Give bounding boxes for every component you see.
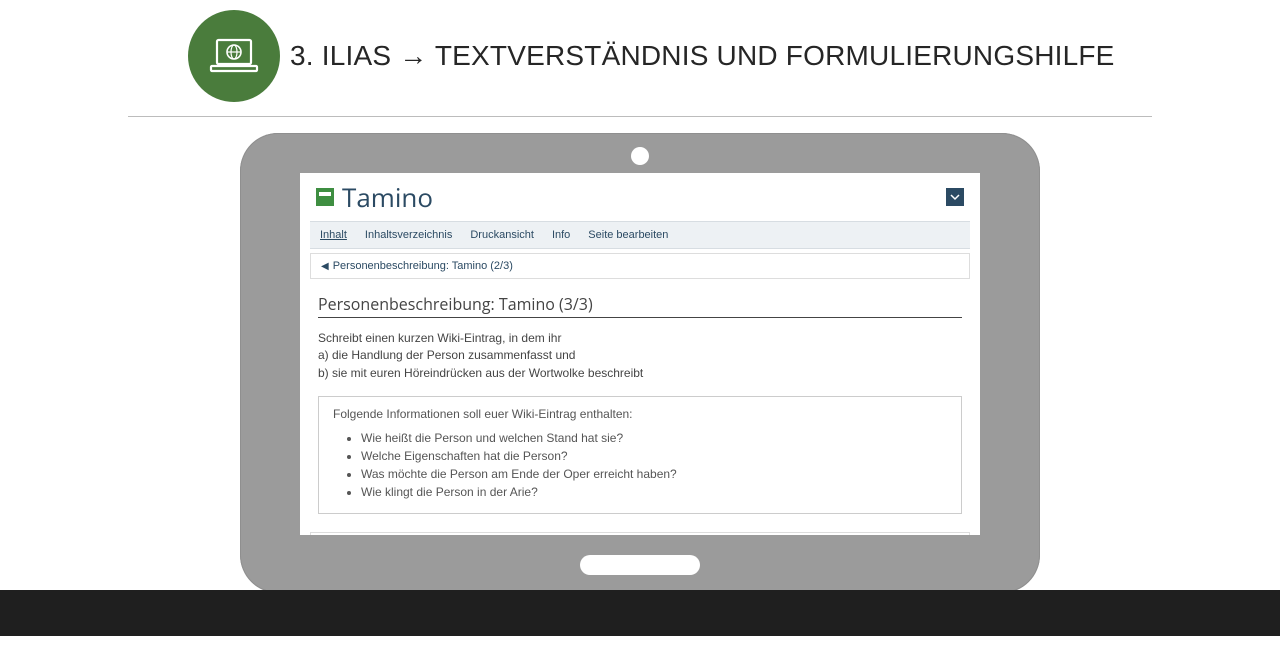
arrow-right-icon: → bbox=[399, 40, 427, 71]
tab-inhalt[interactable]: Inhalt bbox=[320, 223, 347, 247]
header-divider bbox=[128, 116, 1152, 117]
slide-header: 3. ILIAS → TEXTVERSTÄNDNIS UND FORMULIER… bbox=[0, 10, 1280, 102]
tablet-mock-wrapper: Tamino Inhalt Inhaltsverzeichnis Druckan… bbox=[0, 133, 1280, 593]
breadcrumb-top[interactable]: ◀ Personenbeschreibung: Tamino (2/3) bbox=[310, 253, 970, 279]
laptop-globe-icon bbox=[209, 36, 259, 76]
intro-line-2: a) die Handlung der Person zusammenfasst… bbox=[318, 347, 962, 364]
tab-druckansicht[interactable]: Druckansicht bbox=[470, 223, 534, 247]
info-box: Folgende Informationen soll euer Wiki-Ei… bbox=[318, 396, 962, 514]
tabbar: Inhalt Inhaltsverzeichnis Druckansicht I… bbox=[310, 221, 970, 249]
info-box-title: Folgende Informationen soll euer Wiki-Ei… bbox=[333, 407, 947, 421]
tablet-camera-icon bbox=[631, 147, 649, 165]
app-title: Tamino bbox=[342, 179, 433, 215]
info-list: Wie heißt die Person und welchen Stand h… bbox=[333, 429, 947, 501]
tab-info[interactable]: Info bbox=[552, 223, 570, 247]
breadcrumb-prev-label: Personenbeschreibung: Tamino (2/3) bbox=[333, 260, 513, 272]
list-item: Was möchte die Person am Ende der Oper e… bbox=[361, 465, 947, 483]
content-heading: Personenbeschreibung: Tamino (3/3) bbox=[318, 293, 962, 318]
intro-line-1: Schreibt einen kurzen Wiki-Eintrag, in d… bbox=[318, 330, 962, 347]
footer-band bbox=[0, 590, 1280, 636]
tablet-home-button bbox=[580, 555, 700, 575]
list-item: Wie klingt die Person in der Arie? bbox=[361, 483, 947, 501]
breadcrumb-bottom[interactable]: ◀ Personenbeschreibung: Tamino (2/3) bbox=[310, 532, 970, 535]
content-area: Personenbeschreibung: Tamino (3/3) Schre… bbox=[310, 287, 970, 528]
list-item: Wie heißt die Person und welchen Stand h… bbox=[361, 429, 947, 447]
app-title-left: Tamino bbox=[316, 179, 433, 215]
actions-dropdown[interactable] bbox=[946, 188, 964, 206]
slide-title-prefix: 3. ILIAS bbox=[290, 40, 399, 71]
tab-inhaltsverzeichnis[interactable]: Inhaltsverzeichnis bbox=[365, 223, 452, 247]
app-titlebar: Tamino bbox=[300, 173, 980, 217]
intro-line-3: b) sie mit euren Höreindrücken aus der W… bbox=[318, 365, 962, 382]
tablet-frame: Tamino Inhalt Inhaltsverzeichnis Druckan… bbox=[240, 133, 1040, 593]
tablet-screen: Tamino Inhalt Inhaltsverzeichnis Druckan… bbox=[300, 173, 980, 535]
caret-left-icon: ◀ bbox=[321, 261, 329, 272]
list-item: Welche Eigenschaften hat die Person? bbox=[361, 447, 947, 465]
chevron-down-icon bbox=[950, 192, 960, 202]
slide-title-suffix: TEXTVERSTÄNDNIS UND FORMULIERUNGSHILFE bbox=[427, 40, 1114, 71]
wiki-icon bbox=[316, 188, 334, 206]
tab-seite-bearbeiten[interactable]: Seite bearbeiten bbox=[588, 223, 668, 247]
slide-title: 3. ILIAS → TEXTVERSTÄNDNIS UND FORMULIER… bbox=[290, 40, 1115, 72]
header-badge bbox=[188, 10, 280, 102]
